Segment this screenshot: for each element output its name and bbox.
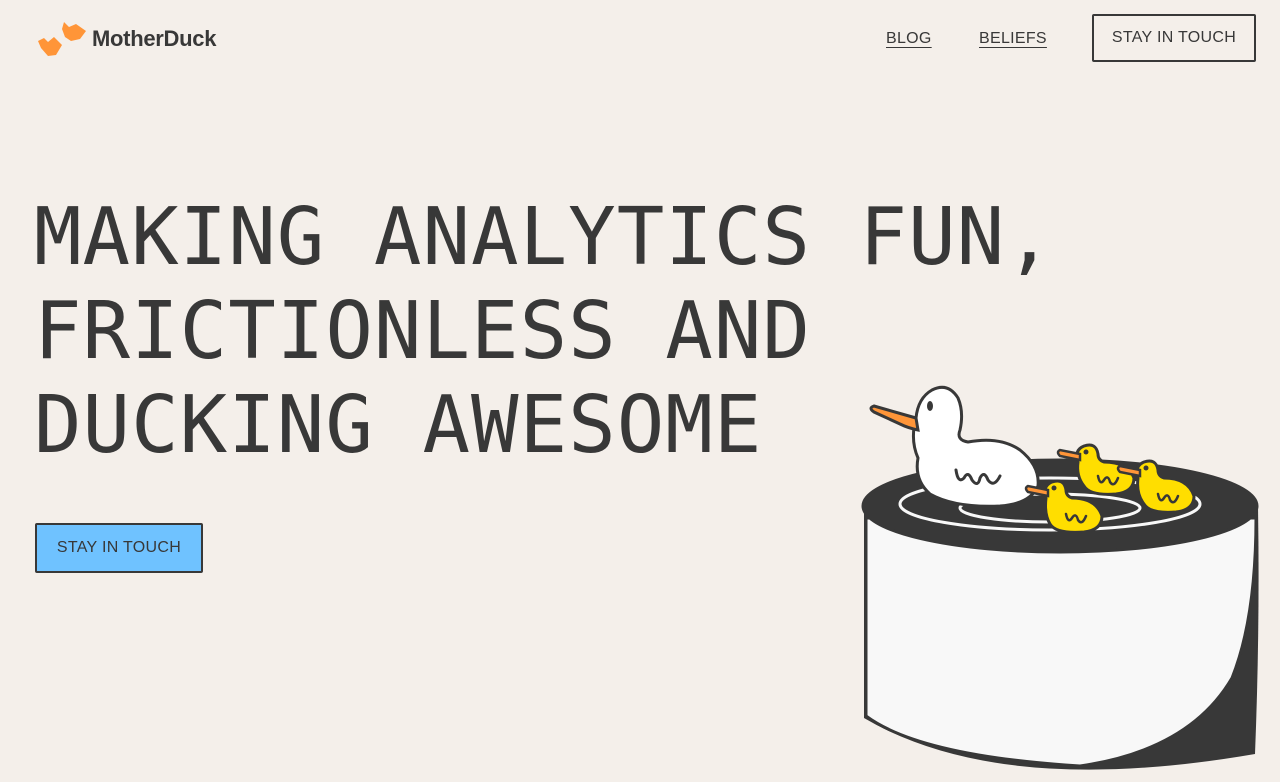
- header-stay-in-touch-button[interactable]: STAY IN TOUCH: [1092, 14, 1256, 62]
- site-header: MotherDuck BLOG BELIEFS STAY IN TOUCH: [0, 0, 1280, 80]
- duck-pond-icon: [861, 385, 1259, 770]
- nav-blog-link[interactable]: BLOG: [886, 30, 932, 48]
- hero-title-line-2: FRICTIONLESS AND: [34, 285, 811, 377]
- logo[interactable]: MotherDuck: [38, 21, 216, 57]
- hero-stay-in-touch-button[interactable]: STAY IN TOUCH: [35, 523, 203, 573]
- logo-text: MotherDuck: [92, 26, 217, 51]
- duck-pond-illustration: [860, 378, 1280, 782]
- duck-logo-icon: [38, 22, 86, 56]
- nav-beliefs-link[interactable]: BELIEFS: [979, 30, 1047, 48]
- hero-title-line-1: MAKING ANALYTICS FUN,: [34, 191, 1054, 283]
